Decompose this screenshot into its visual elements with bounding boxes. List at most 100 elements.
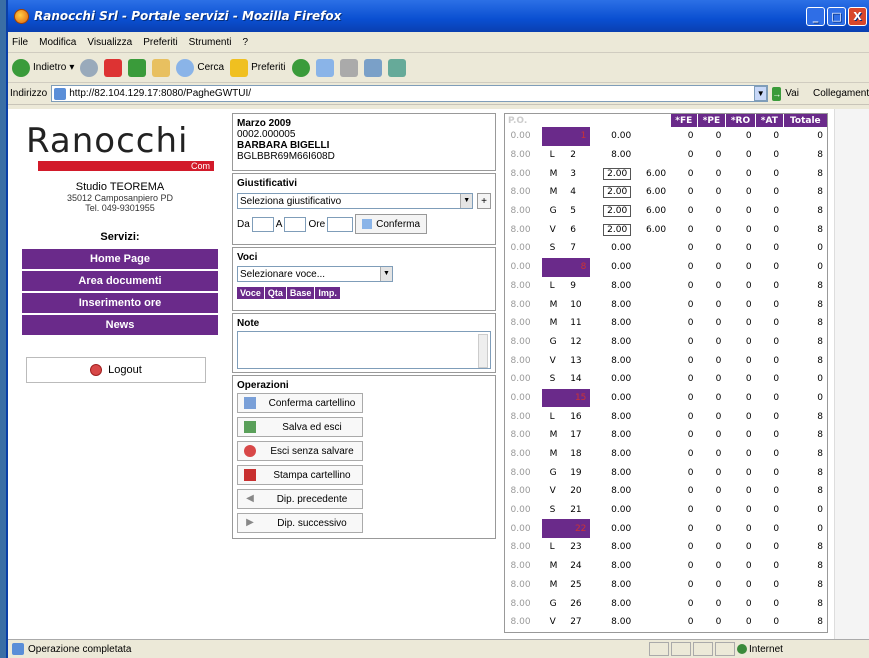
hours-cell: 8.00 [510, 206, 531, 217]
table-row: 8.00 M 24 8.00 0 0 0 0 8 [506, 557, 828, 576]
ro-cell: 0 [745, 355, 752, 366]
giustificativi-title: Giustificativi [237, 178, 298, 189]
extra-cell [635, 501, 670, 520]
studio-address: 35012 Camposanpiero PD [66, 193, 174, 203]
menu-strumenti[interactable]: Strumenti [189, 37, 232, 48]
value-cell[interactable]: 2.00 [590, 202, 635, 221]
links-label[interactable]: Collegamenti [813, 88, 869, 99]
maximize-button[interactable]: □ [827, 6, 846, 26]
day-number-cell: 19 [570, 467, 582, 478]
day-number-cell: 16 [570, 411, 582, 422]
value-input[interactable]: 2.00 [603, 205, 632, 218]
operazioni-panel: Operazioni Conferma cartellino Salva ed … [232, 375, 496, 539]
stop-icon[interactable] [104, 58, 123, 77]
reload-icon[interactable] [128, 58, 147, 77]
page-scrollbar[interactable] [834, 109, 869, 639]
add-giustificativo-button[interactable]: + [477, 193, 491, 209]
at-cell: 0 [773, 449, 780, 460]
note-scrollbar[interactable] [478, 334, 488, 368]
nav-documenti[interactable]: Area documenti [22, 271, 218, 291]
logout-button[interactable]: Logout [26, 357, 206, 383]
favorites-button[interactable]: Preferiti [230, 58, 286, 77]
print-icon[interactable] [339, 58, 358, 77]
ore-label: Ore [308, 218, 326, 230]
extra-cell [635, 127, 670, 146]
mail-icon[interactable] [315, 58, 334, 77]
giustificativo-select[interactable]: Seleziona giustificativo ▼ [237, 193, 474, 209]
go-button[interactable]: Vai [785, 88, 799, 99]
total-cell: 8 [817, 467, 823, 478]
hours-cell: 8.00 [510, 617, 531, 628]
note-textarea[interactable] [237, 331, 491, 369]
da-input[interactable] [251, 216, 274, 232]
conferma-cartellino-button[interactable]: Conferma cartellino [237, 393, 363, 413]
messenger-icon[interactable] [387, 58, 406, 77]
salva-esci-button[interactable]: Salva ed esci [237, 417, 363, 437]
ore-input[interactable] [327, 216, 354, 232]
grid-body: 0.00 1 0.00 0 0 0 0 0 8.00 L 2 8.00 0 0 0 0 8 8.00 M 3 2.00 6… [506, 127, 828, 632]
dip-precedente-button[interactable]: ◀ Dip. precedente [237, 489, 363, 509]
conferma-button[interactable]: Conferma [355, 214, 428, 234]
value-cell[interactable]: 2.00 [590, 220, 635, 239]
tag-imp[interactable]: Imp. [315, 287, 340, 299]
value-input[interactable]: 2.00 [603, 186, 632, 199]
tag-qta[interactable]: Qta [264, 287, 286, 299]
table-row: 0.00 15 0.00 0 0 0 0 0 [506, 388, 828, 408]
ro-cell: 0 [745, 392, 752, 403]
menu-file[interactable]: File [12, 37, 28, 48]
value-cell[interactable]: 2.00 [590, 183, 635, 202]
menu-preferiti[interactable]: Preferiti [143, 37, 177, 48]
table-row: 8.00 L 23 8.00 0 0 0 0 8 [506, 538, 828, 557]
close-button[interactable]: X [848, 6, 867, 26]
status-cell [671, 642, 691, 656]
address-dropdown-icon[interactable]: ▼ [754, 86, 768, 101]
at-cell: 0 [773, 374, 780, 385]
history-icon[interactable] [291, 58, 310, 77]
tag-base[interactable]: Base [286, 287, 315, 299]
op-label: Esci senza salvare [270, 445, 354, 457]
go-arrow-icon[interactable]: → [772, 86, 782, 101]
menu-help[interactable]: ? [242, 37, 248, 48]
minimize-button[interactable]: _ [806, 6, 825, 26]
stampa-cartellino-button[interactable]: Stampa cartellino [237, 465, 363, 485]
internet-zone-icon [737, 644, 747, 654]
total-cell: 8 [817, 486, 823, 497]
nav-home[interactable]: Home Page [22, 249, 218, 269]
tag-voce[interactable]: Voce [237, 287, 264, 299]
forward-icon[interactable] [80, 58, 99, 77]
a-input[interactable] [284, 216, 307, 232]
value-cell: 8.00 [611, 617, 632, 628]
day-letter-cell: V [549, 617, 556, 628]
fe-cell: 0 [687, 168, 694, 179]
total-cell: 0 [817, 374, 823, 385]
hours-cell: 8.00 [510, 318, 531, 329]
pe-cell: 0 [715, 299, 722, 310]
day-letter-cell: G [549, 336, 557, 347]
at-header: *AT [755, 114, 784, 127]
back-button[interactable]: Indietro ▾ [12, 58, 74, 77]
table-row: 0.00 S 21 0.00 0 0 0 0 0 [506, 501, 828, 520]
table-row: 8.00 L 2 8.00 0 0 0 0 8 [506, 146, 828, 165]
address-input[interactable]: http://82.104.129.17:8080/PagheGWTUI/ ▼ [51, 85, 769, 102]
menu-visualizza[interactable]: Visualizza [87, 37, 132, 48]
address-label: Indirizzo [10, 88, 48, 99]
edit-icon[interactable] [363, 58, 382, 77]
pe-cell: 0 [715, 449, 722, 460]
value-input[interactable]: 2.00 [603, 167, 632, 180]
voci-title: Voci [237, 252, 258, 263]
voce-select[interactable]: Selezionare voce... ▼ [237, 266, 393, 282]
value-input[interactable]: 2.00 [603, 223, 632, 236]
home-icon[interactable] [152, 58, 171, 77]
value-cell[interactable]: 2.00 [590, 164, 635, 183]
dip-successivo-button[interactable]: ▶ Dip. successivo [237, 513, 363, 533]
esci-senza-salvare-button[interactable]: Esci senza salvare [237, 441, 363, 461]
menu-modifica[interactable]: Modifica [39, 37, 76, 48]
table-row: 8.00 V 13 8.00 0 0 0 0 8 [506, 351, 828, 370]
nav-news[interactable]: News [22, 315, 218, 335]
at-cell: 0 [773, 579, 780, 590]
search-button[interactable]: Cerca [176, 58, 224, 77]
at-cell: 0 [773, 355, 780, 366]
employee-panel: Marzo 2009 0002.000005 BARBARA BIGELLI B… [232, 113, 496, 171]
table-row: 8.00 M 10 8.00 0 0 0 0 8 [506, 295, 828, 314]
nav-inserimento-ore[interactable]: Inserimento ore [22, 293, 218, 313]
